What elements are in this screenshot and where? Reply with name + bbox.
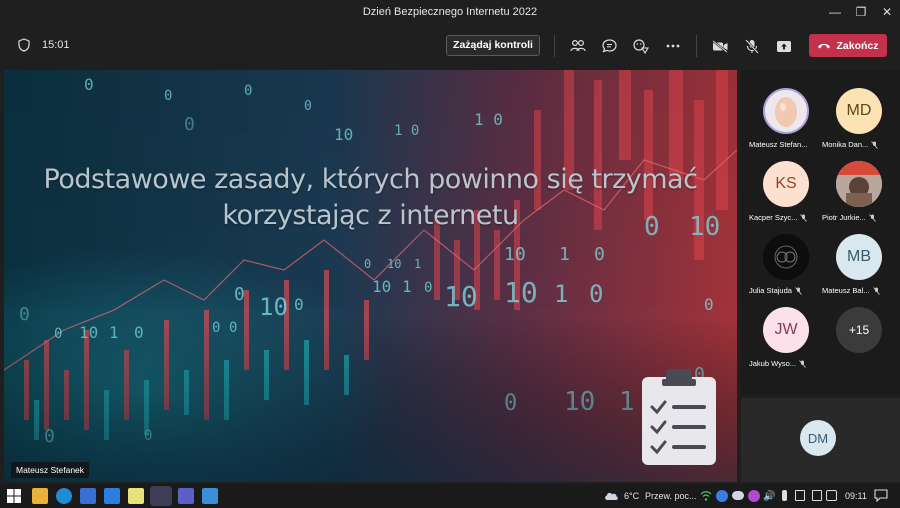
avatar: KS (763, 161, 809, 207)
participant-tile[interactable]: KS Kacper Szyc... (749, 161, 821, 231)
slide-title-line-1: Podstawowe zasady, których powinno się t… (43, 164, 698, 195)
overflow-count-label: +15 (848, 323, 870, 337)
avatar: MD (836, 88, 882, 134)
avatar-initials: MD (846, 102, 872, 119)
windows-start-icon[interactable] (6, 488, 22, 504)
end-call-label: Zakończ (836, 39, 879, 52)
toolbar-divider (554, 35, 555, 57)
participant-name: Kacper Szyc... (749, 213, 821, 222)
toolbar-divider (696, 35, 697, 57)
slide-title: Podstawowe zasady, których powinno się t… (4, 162, 737, 234)
window-title: Dzień Bezpiecznego Internetu 2022 (362, 6, 538, 18)
camera-off-icon[interactable] (710, 36, 730, 56)
notifications-icon[interactable] (874, 489, 888, 502)
participant-tile[interactable]: Piotr Jurkie... (822, 161, 894, 231)
security-tray-icon[interactable] (812, 490, 822, 501)
app-icon[interactable] (178, 488, 194, 504)
participant-name: Mateusz Stefan... (749, 140, 808, 149)
shared-screen: 000 101 01 0 00 010 1010 0101 1010 10101… (4, 70, 737, 482)
more-options-icon[interactable] (663, 36, 683, 56)
slide-title-line-2: korzystając z internetu (222, 200, 519, 231)
participant-tile[interactable]: Julia Stajuda (749, 234, 821, 304)
participant-name: Piotr Jurkie... (822, 213, 894, 222)
hang-up-icon (818, 43, 831, 49)
end-call-button[interactable]: Zakończ (809, 34, 887, 57)
file-explorer-icon[interactable] (32, 488, 48, 504)
mic-muted-icon (799, 359, 806, 368)
avatar-initials: MB (847, 248, 871, 265)
mic-tray-icon[interactable] (782, 490, 787, 501)
participants-icon[interactable] (568, 36, 588, 56)
teams-icon[interactable] (150, 486, 172, 506)
participants-panel: Mateusz Stefan... MD Monika Dan... KS Ka… (741, 70, 900, 482)
participant-tile[interactable]: MD Monika Dan... (822, 88, 894, 158)
participant-name: Julia Stajuda (749, 286, 821, 295)
egg-avatar-icon (765, 90, 807, 132)
onedrive-icon[interactable] (732, 491, 744, 500)
self-avatar: DM (800, 420, 836, 456)
avatar: MB (836, 234, 882, 280)
avatar (763, 88, 809, 134)
windows-taskbar: 6°C Przew. poc... 🔊 09:11 (0, 484, 900, 508)
call-timer: 15:01 (42, 39, 70, 51)
shield-icon (18, 38, 30, 52)
mic-muted-icon (868, 213, 876, 222)
clock[interactable]: 09:11 (845, 491, 867, 501)
participant-name: Jakub Wyso... (749, 359, 821, 368)
avatar (836, 161, 882, 207)
weather-temp[interactable]: 6°C (624, 491, 639, 501)
app-tray-icon[interactable] (748, 490, 760, 502)
self-view: DM (741, 398, 900, 482)
photo-avatar-icon (836, 161, 882, 207)
battery-icon[interactable] (795, 490, 805, 501)
participant-tile[interactable]: Mateusz Stefan... (749, 88, 821, 158)
volume-icon[interactable]: 🔊 (763, 491, 775, 502)
participant-name: Monika Dan... (822, 140, 894, 149)
save-disk-icon[interactable] (80, 488, 96, 504)
avatar (763, 234, 809, 280)
participant-tile[interactable]: JW Jakub Wyso... (749, 307, 821, 377)
mic-muted-icon (795, 286, 802, 295)
weather-text[interactable]: Przew. poc... (645, 491, 697, 501)
mic-muted-icon (871, 140, 879, 149)
participant-name: Mateusz Bal... (822, 286, 894, 295)
pattern-avatar-icon (763, 234, 809, 280)
edge-icon[interactable] (56, 488, 72, 504)
notepad-icon[interactable] (128, 488, 144, 504)
chat-icon[interactable] (599, 36, 619, 56)
participants-grid: Mateusz Stefan... MD Monika Dan... KS Ka… (741, 70, 900, 395)
participant-tile[interactable]: MB Mateusz Bal... (822, 234, 894, 304)
display-tray-icon[interactable] (826, 490, 837, 501)
avatar-initials: KS (775, 175, 797, 192)
messenger-icon[interactable] (716, 490, 728, 502)
reactions-icon[interactable] (631, 36, 651, 56)
app-icon[interactable] (202, 488, 218, 504)
presenter-name-tag: Mateusz Stefanek (11, 462, 90, 478)
slide-background: 000 101 01 0 00 010 1010 0101 1010 10101… (4, 70, 737, 482)
weather-cloud-icon (605, 492, 618, 500)
avatar: JW (763, 307, 809, 353)
more-participants-button[interactable]: +15 (822, 307, 894, 377)
meeting-toolbar: 15:01 Zażądaj kontroli Zakończ (0, 24, 900, 66)
overflow-count: +15 (836, 307, 882, 353)
checklist-icon (642, 369, 716, 465)
mic-muted-icon (872, 286, 880, 295)
close-icon[interactable]: ✕ (872, 0, 900, 24)
mic-off-icon[interactable] (742, 36, 762, 56)
request-control-button[interactable]: Zażądaj kontroli (446, 35, 540, 56)
wifi-icon[interactable] (700, 490, 712, 502)
vscode-icon[interactable] (104, 488, 120, 504)
share-screen-icon[interactable] (774, 36, 794, 56)
title-bar: Dzień Bezpiecznego Internetu 2022 — ❐ ✕ (0, 0, 900, 24)
avatar-initials: JW (774, 321, 798, 338)
self-initials: DM (807, 430, 829, 446)
mic-muted-icon (800, 213, 808, 222)
